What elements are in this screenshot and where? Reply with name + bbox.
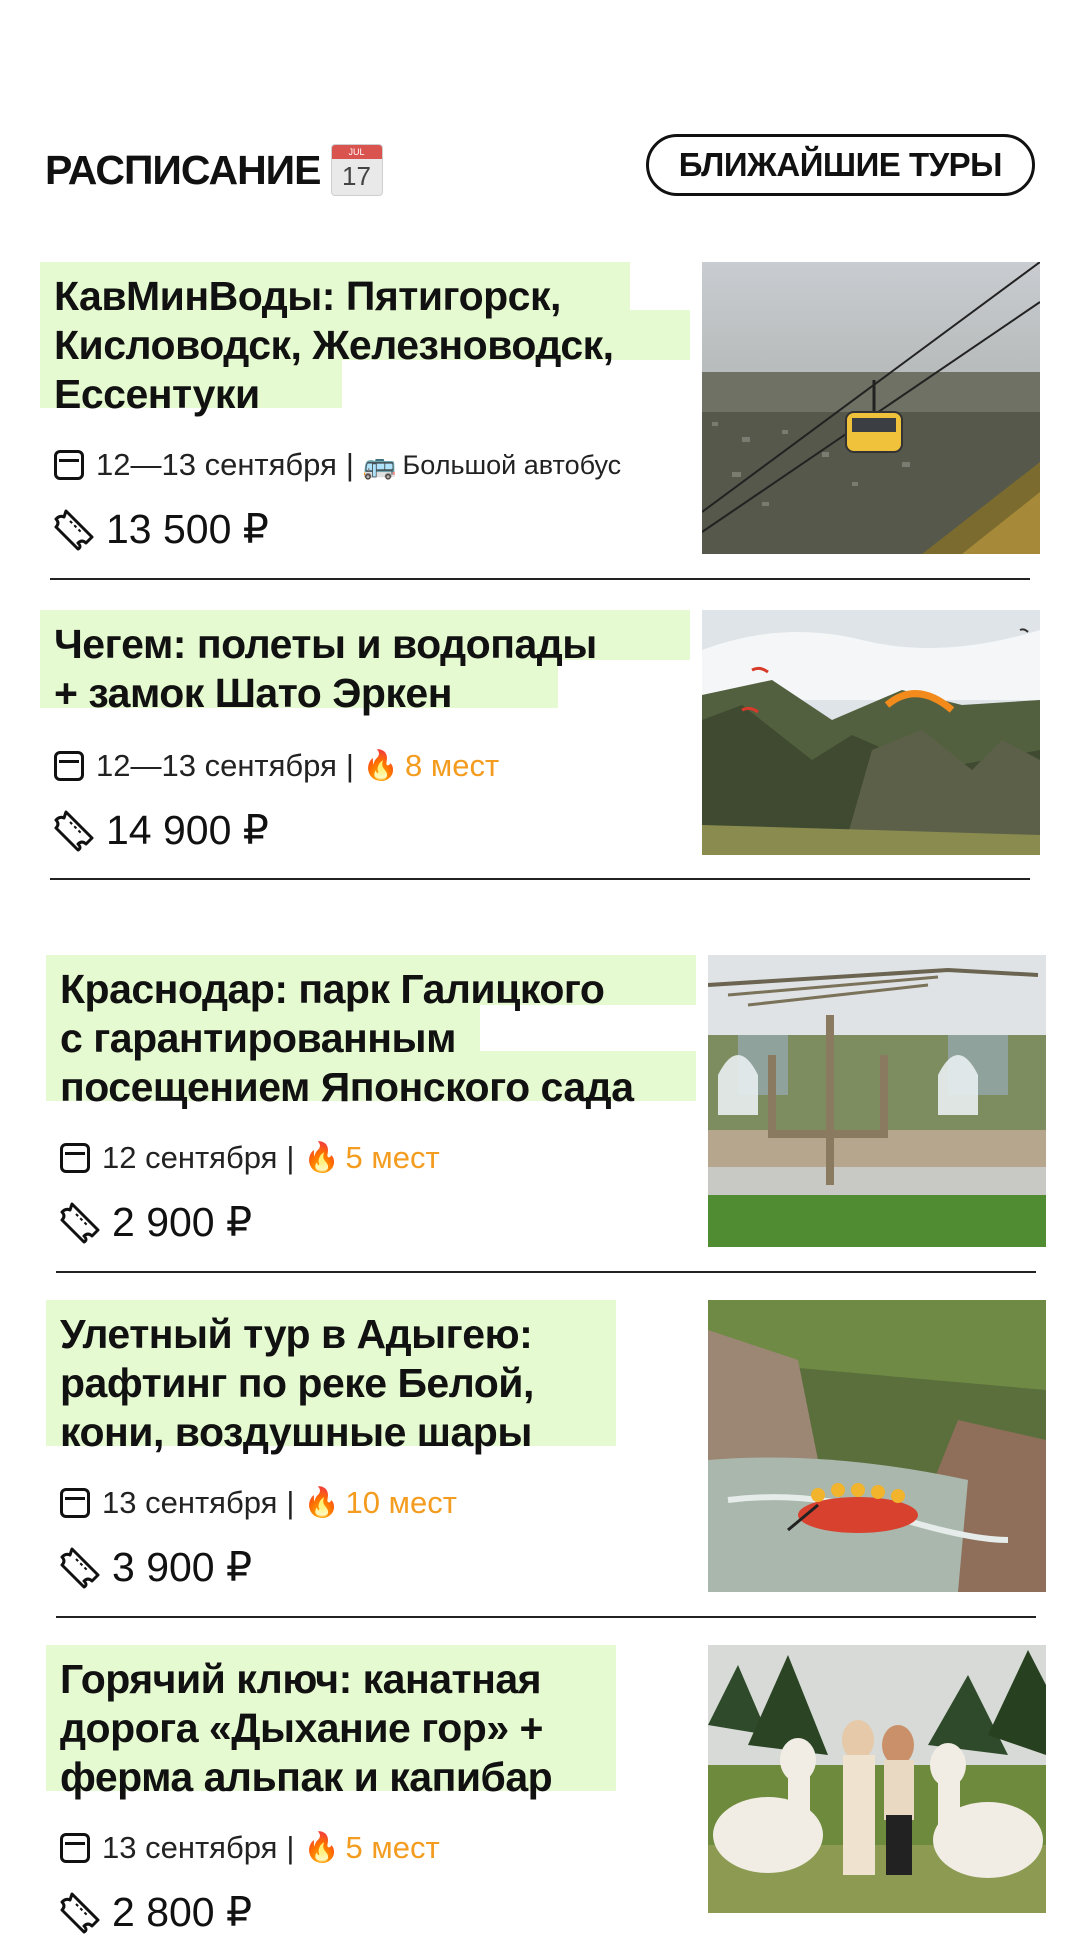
calendar-icon (60, 1833, 90, 1863)
tour-card-text: Чегем: полеты и водопады + замок Шато Эр… (40, 610, 690, 910)
page-title: РАСПИСАНИЕ (45, 146, 321, 193)
meta-separator: | (345, 447, 354, 482)
fire-emoji-icon: 🔥 (362, 750, 400, 782)
tour-title-line: ферма альпак и капибар (60, 1754, 553, 1800)
tour-title[interactable]: Горячий ключ: канатная дорога «Дыхание г… (46, 1645, 566, 1810)
tour-price-row: 2 900 ₽ (58, 1198, 252, 1246)
ticket-icon (60, 1547, 100, 1589)
tour-card-text: Краснодар: парк Галицкого с гарантирован… (46, 955, 696, 1255)
page-title-group: РАСПИСАНИЕ JUL 17 (45, 144, 383, 196)
alpacas-photo[interactable] (708, 1645, 1046, 1913)
seats-left: 10 мест (345, 1485, 457, 1520)
tour-dates: 12—13 сентября (96, 748, 337, 783)
tour-title-line: Чегем: полеты и водопады (54, 621, 597, 667)
fire-emoji-icon: 🔥 (303, 1832, 340, 1864)
tour-price-row: 13 500 ₽ (52, 505, 269, 553)
calendar-icon (60, 1488, 90, 1518)
calendar-icon (60, 1143, 90, 1173)
ticket-icon (54, 509, 94, 551)
tour-price: 14 900 ₽ (106, 807, 269, 853)
seats-left: 5 мест (345, 1830, 440, 1865)
ticket-icon (60, 1202, 100, 1244)
tour-title[interactable]: КавМинВоды: Пятигорск, Кисловодск, Желез… (40, 262, 628, 427)
tour-title-line: Краснодар: парк Галицкого (60, 966, 605, 1012)
card-divider (56, 1616, 1036, 1618)
fire-emoji-icon: 🔥 (303, 1142, 340, 1174)
tour-title-line: + замок Шато Эркен (54, 670, 452, 716)
tour-price: 2 800 ₽ (112, 1889, 253, 1935)
meta-separator: | (286, 1485, 295, 1520)
ticket-icon (54, 810, 94, 852)
river-rafting-photo[interactable] (708, 1300, 1046, 1592)
bus-emoji-icon: 🚌 (362, 450, 397, 480)
meta-separator: | (286, 1140, 295, 1175)
tour-dates: 12—13 сентября (96, 447, 337, 482)
card-divider (56, 1271, 1036, 1273)
tour-title-line: рафтинг по реке Белой, (60, 1360, 534, 1406)
tour-price: 2 900 ₽ (112, 1199, 253, 1245)
cable-car-photo[interactable] (702, 262, 1040, 554)
seats-left: 8 мест (405, 748, 500, 783)
tour-price-row: 2 800 ₽ (58, 1888, 252, 1936)
card-divider (50, 878, 1030, 880)
tour-dates: 13 сентября (102, 1485, 278, 1520)
calendar-emoji-icon: JUL 17 (330, 144, 383, 196)
tour-card[interactable]: Краснодар: парк Галицкого с гарантирован… (46, 955, 1046, 1273)
tour-card[interactable]: КавМинВоды: Пятигорск, Кисловодск, Желез… (40, 262, 1040, 580)
tour-meta: 12 сентября | 🔥 5 мест (60, 1140, 440, 1176)
tour-card[interactable]: Горячий ключ: канатная дорога «Дыхание г… (46, 1645, 1046, 1945)
tour-title-line: дорога «Дыхание гор» + (60, 1705, 543, 1751)
tour-title-line: с гарантированным (60, 1015, 456, 1061)
calendar-emoji-month: JUL (331, 145, 382, 159)
header: РАСПИСАНИЕ JUL 17 БЛИЖАЙШИЕ ТУРЫ (45, 130, 1035, 210)
tour-title[interactable]: Краснодар: парк Галицкого с гарантирован… (46, 955, 648, 1120)
tour-card-text: Улетный тур в Адыгею: рафтинг по реке Бе… (46, 1300, 696, 1600)
tour-title-line: Улетный тур в Адыгею: (60, 1311, 533, 1357)
meta-separator: | (286, 1830, 295, 1865)
tour-title[interactable]: Улетный тур в Адыгею: рафтинг по реке Бе… (46, 1300, 548, 1465)
tour-title-line: КавМинВоды: Пятигорск, (54, 273, 561, 319)
paragliding-mountains-photo[interactable] (702, 610, 1040, 855)
tour-card[interactable]: Чегем: полеты и водопады + замок Шато Эр… (40, 610, 1040, 910)
tour-meta: 12—13 сентября | 🔥 8 мест (54, 748, 499, 784)
tour-card[interactable]: Улетный тур в Адыгею: рафтинг по реке Бе… (46, 1300, 1046, 1618)
calendar-icon (54, 450, 84, 480)
nearest-tours-button[interactable]: БЛИЖАЙШИЕ ТУРЫ (645, 134, 1035, 196)
tour-title-line: Кисловодск, Железноводск, (54, 322, 614, 368)
tour-price: 13 500 ₽ (106, 506, 269, 552)
calendar-emoji-day: 17 (342, 161, 371, 191)
tour-price-row: 14 900 ₽ (52, 806, 269, 854)
tour-title-line: Ессентуки (54, 371, 260, 417)
tour-meta: 13 сентября | 🔥 10 мест (60, 1485, 457, 1521)
tour-transport: Большой автобус (402, 449, 622, 480)
calendar-icon (54, 751, 84, 781)
card-divider (50, 578, 1030, 580)
tour-card-text: КавМинВоды: Пятигорск, Кисловодск, Желез… (40, 262, 690, 562)
fire-emoji-icon: 🔥 (303, 1487, 340, 1519)
ticket-icon (60, 1892, 100, 1934)
tour-title-line: Горячий ключ: канатная (60, 1656, 542, 1702)
tour-title-line: кони, воздушные шары (60, 1409, 532, 1455)
tour-dates: 13 сентября (102, 1830, 278, 1865)
tour-dates: 12 сентября (102, 1140, 278, 1175)
tour-meta: 13 сентября | 🔥 5 мест (60, 1830, 440, 1866)
meta-separator: | (345, 748, 354, 783)
tour-card-text: Горячий ключ: канатная дорога «Дыхание г… (46, 1645, 696, 1945)
tour-title[interactable]: Чегем: полеты и водопады + замок Шато Эр… (40, 610, 611, 726)
tour-price-row: 3 900 ₽ (58, 1543, 252, 1591)
tour-title-line: посещением Японского сада (60, 1064, 634, 1110)
tour-meta: 12—13 сентября | 🚌 Большой автобус (54, 447, 621, 483)
park-tree-arch-photo[interactable] (708, 955, 1046, 1247)
tour-price: 3 900 ₽ (112, 1544, 253, 1590)
seats-left: 5 мест (345, 1140, 440, 1175)
